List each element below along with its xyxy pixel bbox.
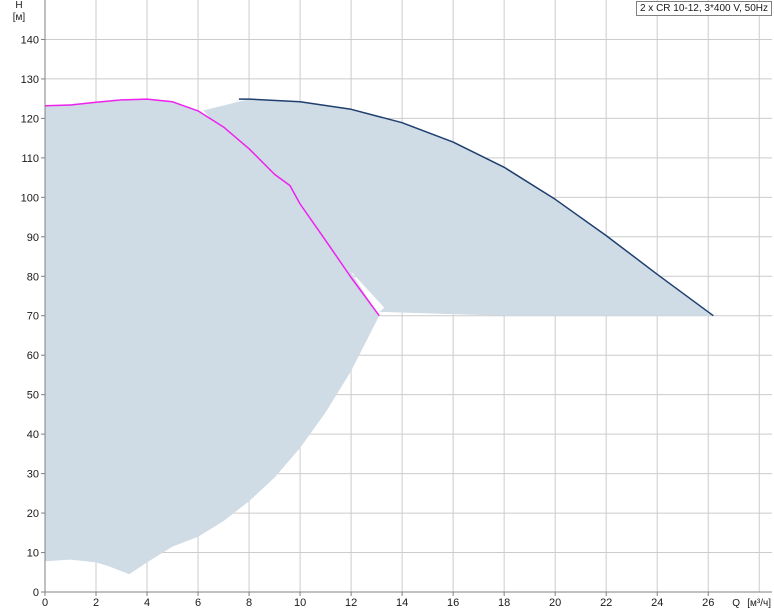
- y-tick-label: 70: [27, 311, 39, 323]
- x-tick-label: 2: [93, 597, 99, 609]
- x-tick-label: 22: [600, 597, 612, 609]
- x-tick-label: 14: [396, 597, 408, 609]
- x-tick-label: 20: [549, 597, 561, 609]
- x-tick-label: 4: [144, 597, 150, 609]
- y-tick-label: 20: [27, 508, 39, 520]
- x-tick-label: 26: [702, 597, 714, 609]
- y-tick-label: 60: [27, 350, 39, 362]
- x-tick-label: 10: [294, 597, 306, 609]
- y-tick-label: 110: [21, 153, 39, 165]
- chart-title: 2 x CR 10-12, 3*400 V, 50Hz: [639, 3, 768, 14]
- y-tick-label: 80: [27, 271, 39, 283]
- chart-title-box: 2 x CR 10-12, 3*400 V, 50Hz: [635, 1, 772, 16]
- x-axis-unit: [м³/ч]: [747, 598, 771, 609]
- x-tick-label: 12: [345, 597, 357, 609]
- y-tick-label: 10: [27, 548, 39, 560]
- x-tick-label: 0: [42, 597, 48, 609]
- y-tick-label: 100: [21, 192, 39, 204]
- y-tick-label: 40: [27, 429, 39, 441]
- x-tick-label: 8: [246, 597, 252, 609]
- y-tick-label: 90: [27, 232, 39, 244]
- y-tick-label: 50: [27, 390, 39, 402]
- y-axis-label: H: [15, 0, 22, 11]
- x-tick-label: 16: [447, 597, 459, 609]
- y-tick-label: 0: [33, 587, 39, 599]
- x-tick-label: 18: [498, 597, 510, 609]
- operating-area-layer: [45, 99, 714, 575]
- y-tick-label: 120: [21, 113, 39, 125]
- y-tick-label: 140: [21, 34, 39, 46]
- x-tick-label: 24: [651, 597, 663, 609]
- x-axis-label: Q: [732, 598, 740, 609]
- y-tick-label: 130: [21, 74, 39, 86]
- pump-performance-chart: 0 2 4 6 8 10 12 14 16 18 20 22 24 2601020304050607080…: [13, 0, 772, 609]
- y-tick-label: 30: [27, 469, 39, 481]
- y-axis-unit: [м]: [13, 12, 26, 23]
- x-tick-label: 6: [195, 597, 201, 609]
